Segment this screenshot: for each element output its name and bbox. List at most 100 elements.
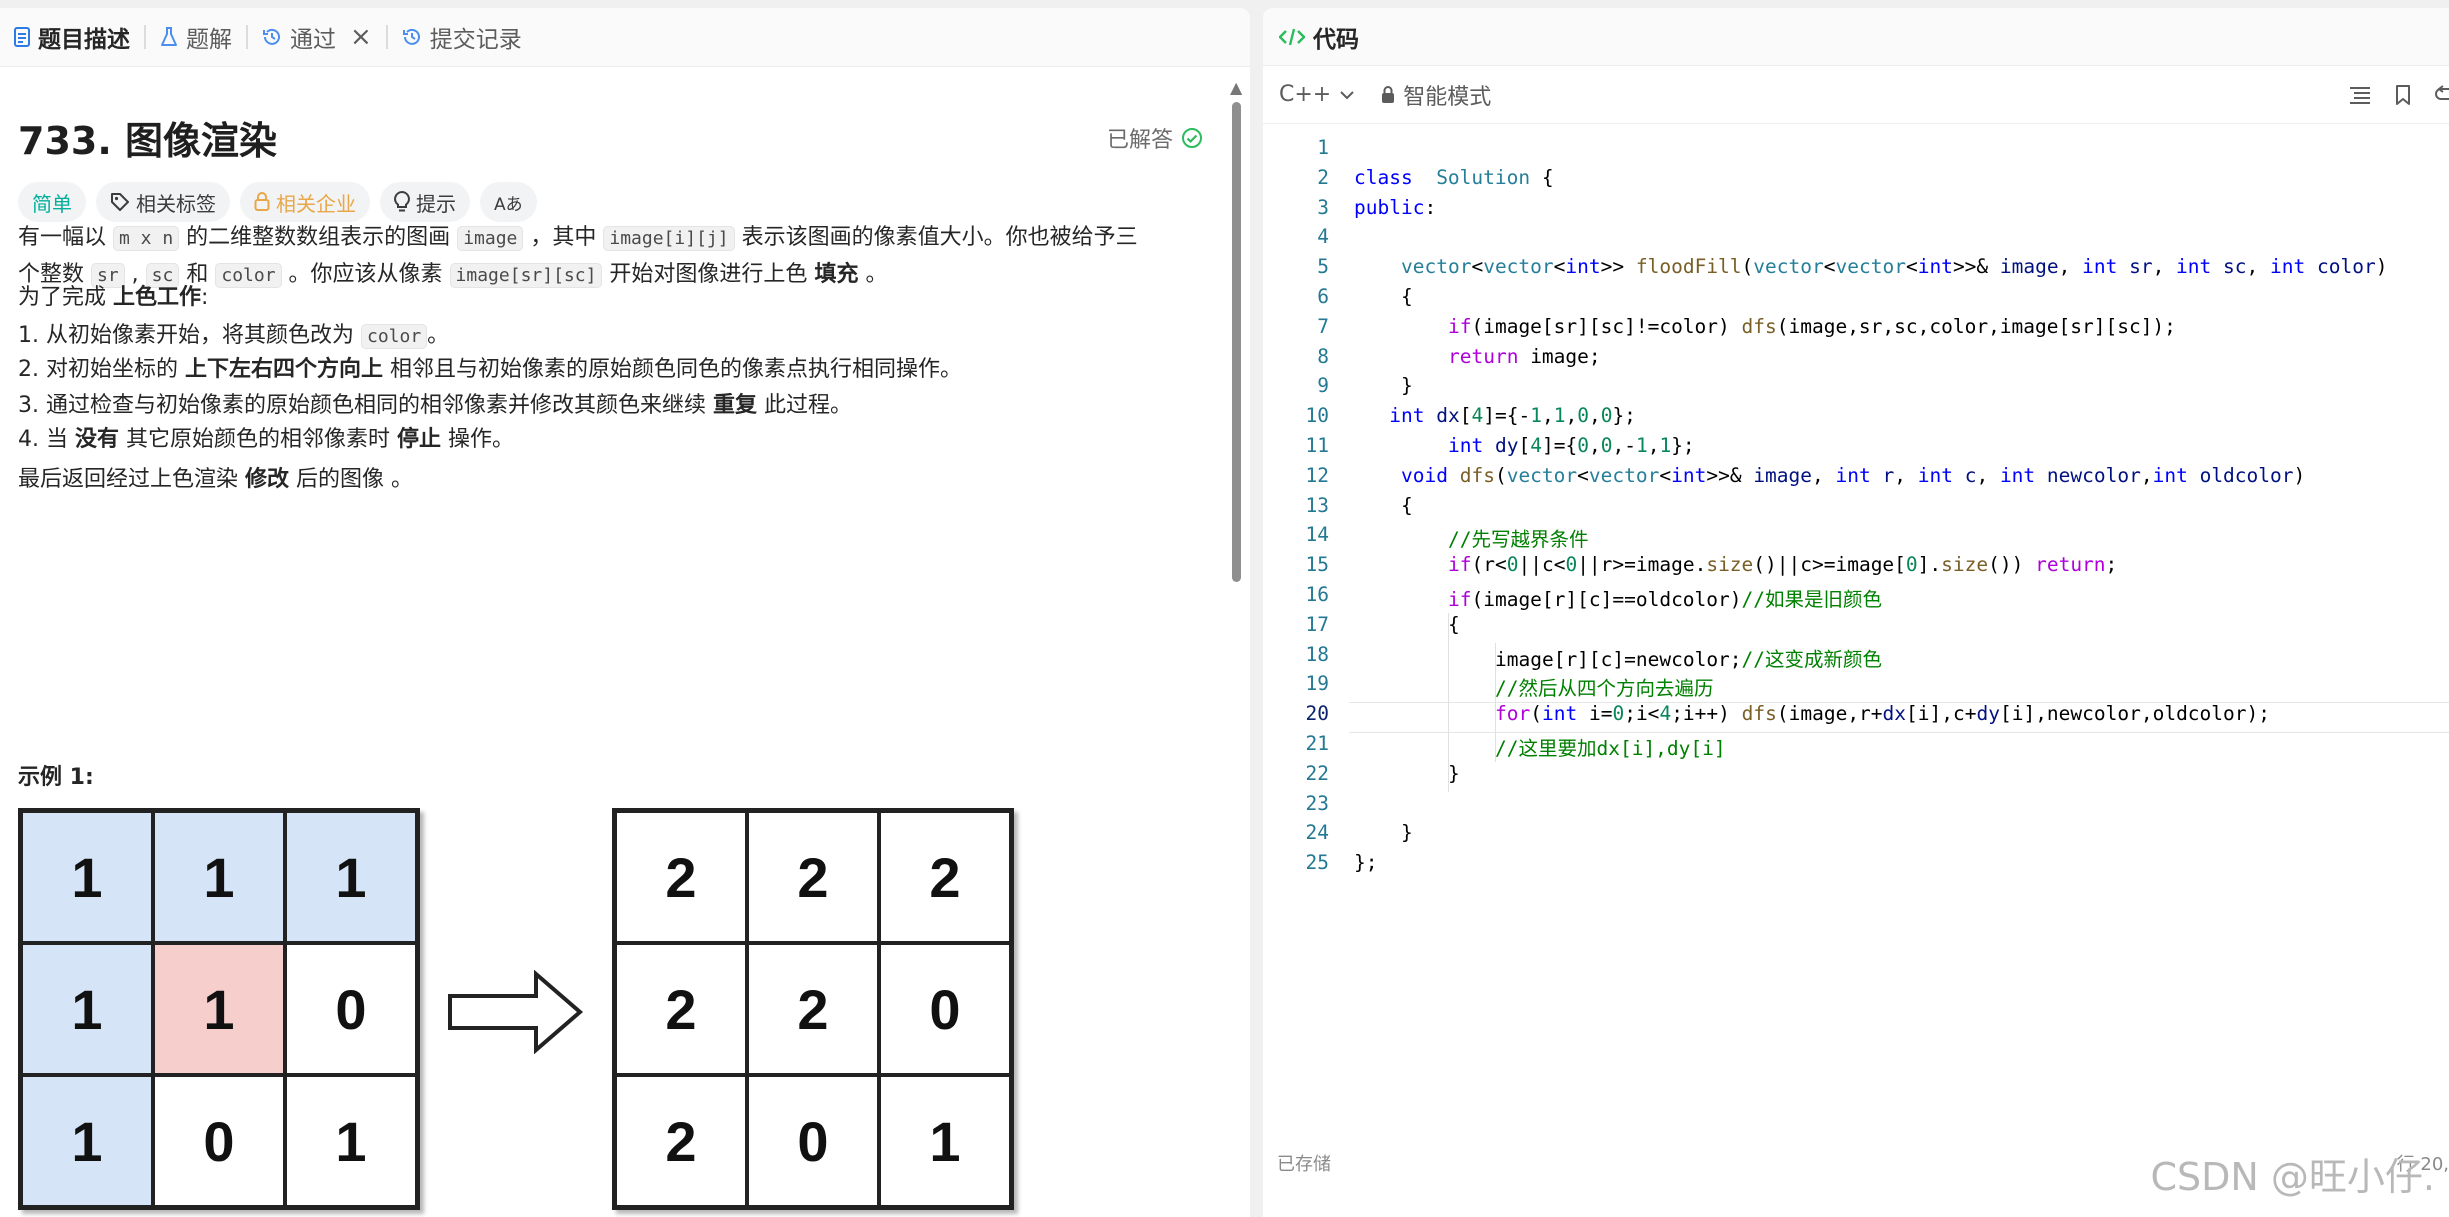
code-line: 17 { bbox=[1263, 613, 2449, 642]
document-icon bbox=[14, 27, 30, 47]
code-line: 15 if(r<0||c<0||r>=image.size()||c>=image… bbox=[1263, 553, 2449, 582]
tab-solution[interactable]: 题解 bbox=[146, 8, 246, 66]
tag-icon bbox=[111, 193, 129, 211]
check-circle-icon bbox=[1182, 128, 1202, 148]
translate-button[interactable]: Aあ bbox=[480, 182, 537, 222]
tab-accepted[interactable]: 通过 × bbox=[248, 8, 386, 66]
line-number: 18 bbox=[1305, 642, 1329, 666]
related-tags-label: 相关标签 bbox=[136, 191, 216, 216]
code-text: void dfs(vector<vector<int>>& image, int… bbox=[1401, 463, 2306, 487]
close-icon[interactable]: × bbox=[350, 22, 372, 52]
arrow-right-icon bbox=[448, 970, 584, 1054]
example-output-grid: 222220201 bbox=[612, 808, 1014, 1210]
line-number: 11 bbox=[1305, 434, 1329, 457]
inline-code: m x n bbox=[113, 226, 180, 251]
code-line: 12 void dfs(vector<vector<int>>& image, i… bbox=[1263, 464, 2449, 493]
translate-icon: Aあ bbox=[494, 194, 523, 215]
solved-label: 已解答 bbox=[1106, 128, 1173, 153]
difficulty-label: 简单 bbox=[32, 191, 72, 216]
line-number: 22 bbox=[1305, 761, 1329, 785]
text: 操作。 bbox=[441, 427, 515, 452]
reset-icon[interactable] bbox=[2435, 85, 2449, 105]
code-text: { bbox=[1401, 285, 1413, 308]
language-label: C++ bbox=[1279, 82, 1332, 107]
text: 有一幅以 bbox=[18, 225, 113, 250]
scroll-up-icon[interactable]: ▲ bbox=[1230, 78, 1242, 97]
code-line: 13 { bbox=[1263, 494, 2449, 523]
line-number: 3 bbox=[1317, 195, 1329, 219]
code-text: if(image[r][c]==oldcolor)//如果是旧颜色 bbox=[1448, 588, 1882, 611]
mode-label: 智能模式 bbox=[1403, 84, 1492, 110]
example-input-grid: 111110101 bbox=[18, 808, 420, 1210]
grid-cell: 0 bbox=[153, 1075, 285, 1207]
grid-cell: 2 bbox=[615, 1075, 747, 1207]
inline-code: image bbox=[457, 226, 524, 251]
related-companies-button[interactable]: 相关企业 bbox=[240, 182, 370, 222]
code-text: } bbox=[1401, 821, 1413, 845]
grid-cell: 2 bbox=[747, 943, 879, 1075]
description-paragraph: 最后返回经过上色渲染 修改 后的图像 。 bbox=[18, 462, 1218, 498]
code-text: if(image[sr][sc]!=color) dfs(image,sr,sc… bbox=[1448, 314, 2176, 338]
line-number: 25 bbox=[1305, 851, 1329, 875]
grid-cell: 1 bbox=[285, 1075, 417, 1207]
text: 此过程。 bbox=[757, 393, 852, 418]
code-text: for(int i=0;i<4;i++) dfs(image,r+dx[i],c… bbox=[1495, 702, 2270, 726]
hint-button[interactable]: 提示 bbox=[380, 182, 470, 222]
language-select[interactable]: C++ bbox=[1279, 82, 1355, 107]
line-number: 23 bbox=[1305, 791, 1329, 815]
code-line: 8 return image; bbox=[1263, 345, 2449, 374]
watermark: CSDN @旺小仔. bbox=[2150, 1155, 2436, 1199]
grid-cell: 0 bbox=[747, 1075, 879, 1207]
mode-select[interactable]: 智能模式 bbox=[1381, 79, 1491, 111]
code-line: 20 for(int i=0;i<4;i++) dfs(image,r+dx[i]… bbox=[1263, 702, 2449, 731]
step-item: 1. 从初始像素开始，将其颜色改为 color。 bbox=[18, 318, 1218, 355]
code-line: 3 public: bbox=[1263, 196, 2449, 225]
bold-text: 停止 bbox=[397, 427, 442, 452]
line-number: 2 bbox=[1317, 165, 1329, 189]
text: 表示该图画的像素值大小。你也被给予三 bbox=[734, 225, 1138, 250]
description-paragraph: 为了完成 上色工作: bbox=[18, 280, 1218, 316]
code-text: { bbox=[1401, 493, 1413, 517]
history-icon bbox=[402, 28, 420, 45]
code-text: image[r][c]=newcolor;//这变成新颜色 bbox=[1495, 647, 1883, 671]
format-icon[interactable] bbox=[2349, 86, 2371, 104]
lightbulb-icon bbox=[394, 191, 410, 212]
grid-cell: 0 bbox=[285, 943, 417, 1075]
code-line: 18 image[r][c]=newcolor;//这变成新颜色 bbox=[1263, 643, 2449, 672]
bookmark-icon[interactable] bbox=[2395, 85, 2411, 105]
grid-cell: 1 bbox=[153, 943, 285, 1075]
grid-cell: 2 bbox=[615, 811, 747, 943]
flask-icon bbox=[161, 27, 177, 46]
inline-code: color bbox=[360, 324, 428, 349]
code-text: public: bbox=[1354, 195, 1437, 219]
tab-description[interactable]: 题目描述 bbox=[0, 8, 144, 66]
code-icon bbox=[1279, 28, 1305, 45]
tab-submissions-label: 提交记录 bbox=[429, 27, 522, 53]
line-number: 12 bbox=[1305, 463, 1329, 487]
code-text: //先写越界条件 bbox=[1448, 528, 1589, 552]
line-number: 6 bbox=[1317, 285, 1329, 308]
lock-icon bbox=[254, 192, 270, 211]
code-text: }; bbox=[1354, 851, 1378, 875]
code-text: if(r<0||c<0||r>=image.size()||c>=image[0… bbox=[1448, 553, 2118, 577]
related-tags-button[interactable]: 相关标签 bbox=[96, 182, 230, 222]
related-companies-label: 相关企业 bbox=[276, 191, 356, 216]
title-row: 733. 图像渲染 已解答 bbox=[18, 110, 1203, 166]
code-line: 11 int dy[4]={0,0,-1,1}; bbox=[1263, 434, 2449, 463]
text: 的二维整数数组表示的图画 bbox=[179, 225, 458, 250]
description-line: 有一幅以 m x n 的二维整数数组表示的图画 image ，其中 image[… bbox=[18, 220, 1218, 257]
code-text: } bbox=[1448, 761, 1460, 785]
inline-code: image[i][j] bbox=[603, 226, 735, 251]
code-toolbar: C++ 智能模式 bbox=[1263, 66, 2449, 124]
grid-cell: 2 bbox=[747, 811, 879, 943]
difficulty-badge[interactable]: 简单 bbox=[18, 182, 86, 222]
scrollbar[interactable]: ▲ bbox=[1230, 78, 1242, 1208]
scrollbar-thumb[interactable] bbox=[1232, 102, 1241, 582]
code-line: 21 //这里要加dx[i],dy[i] bbox=[1263, 732, 2449, 761]
tab-submissions[interactable]: 提交记录 bbox=[388, 8, 536, 66]
example-title: 示例 1: bbox=[18, 765, 94, 790]
line-number: 9 bbox=[1317, 374, 1329, 398]
line-number: 24 bbox=[1305, 821, 1329, 845]
saved-status: 已存储 bbox=[1277, 1154, 1331, 1175]
grid-cell: 1 bbox=[21, 811, 153, 943]
